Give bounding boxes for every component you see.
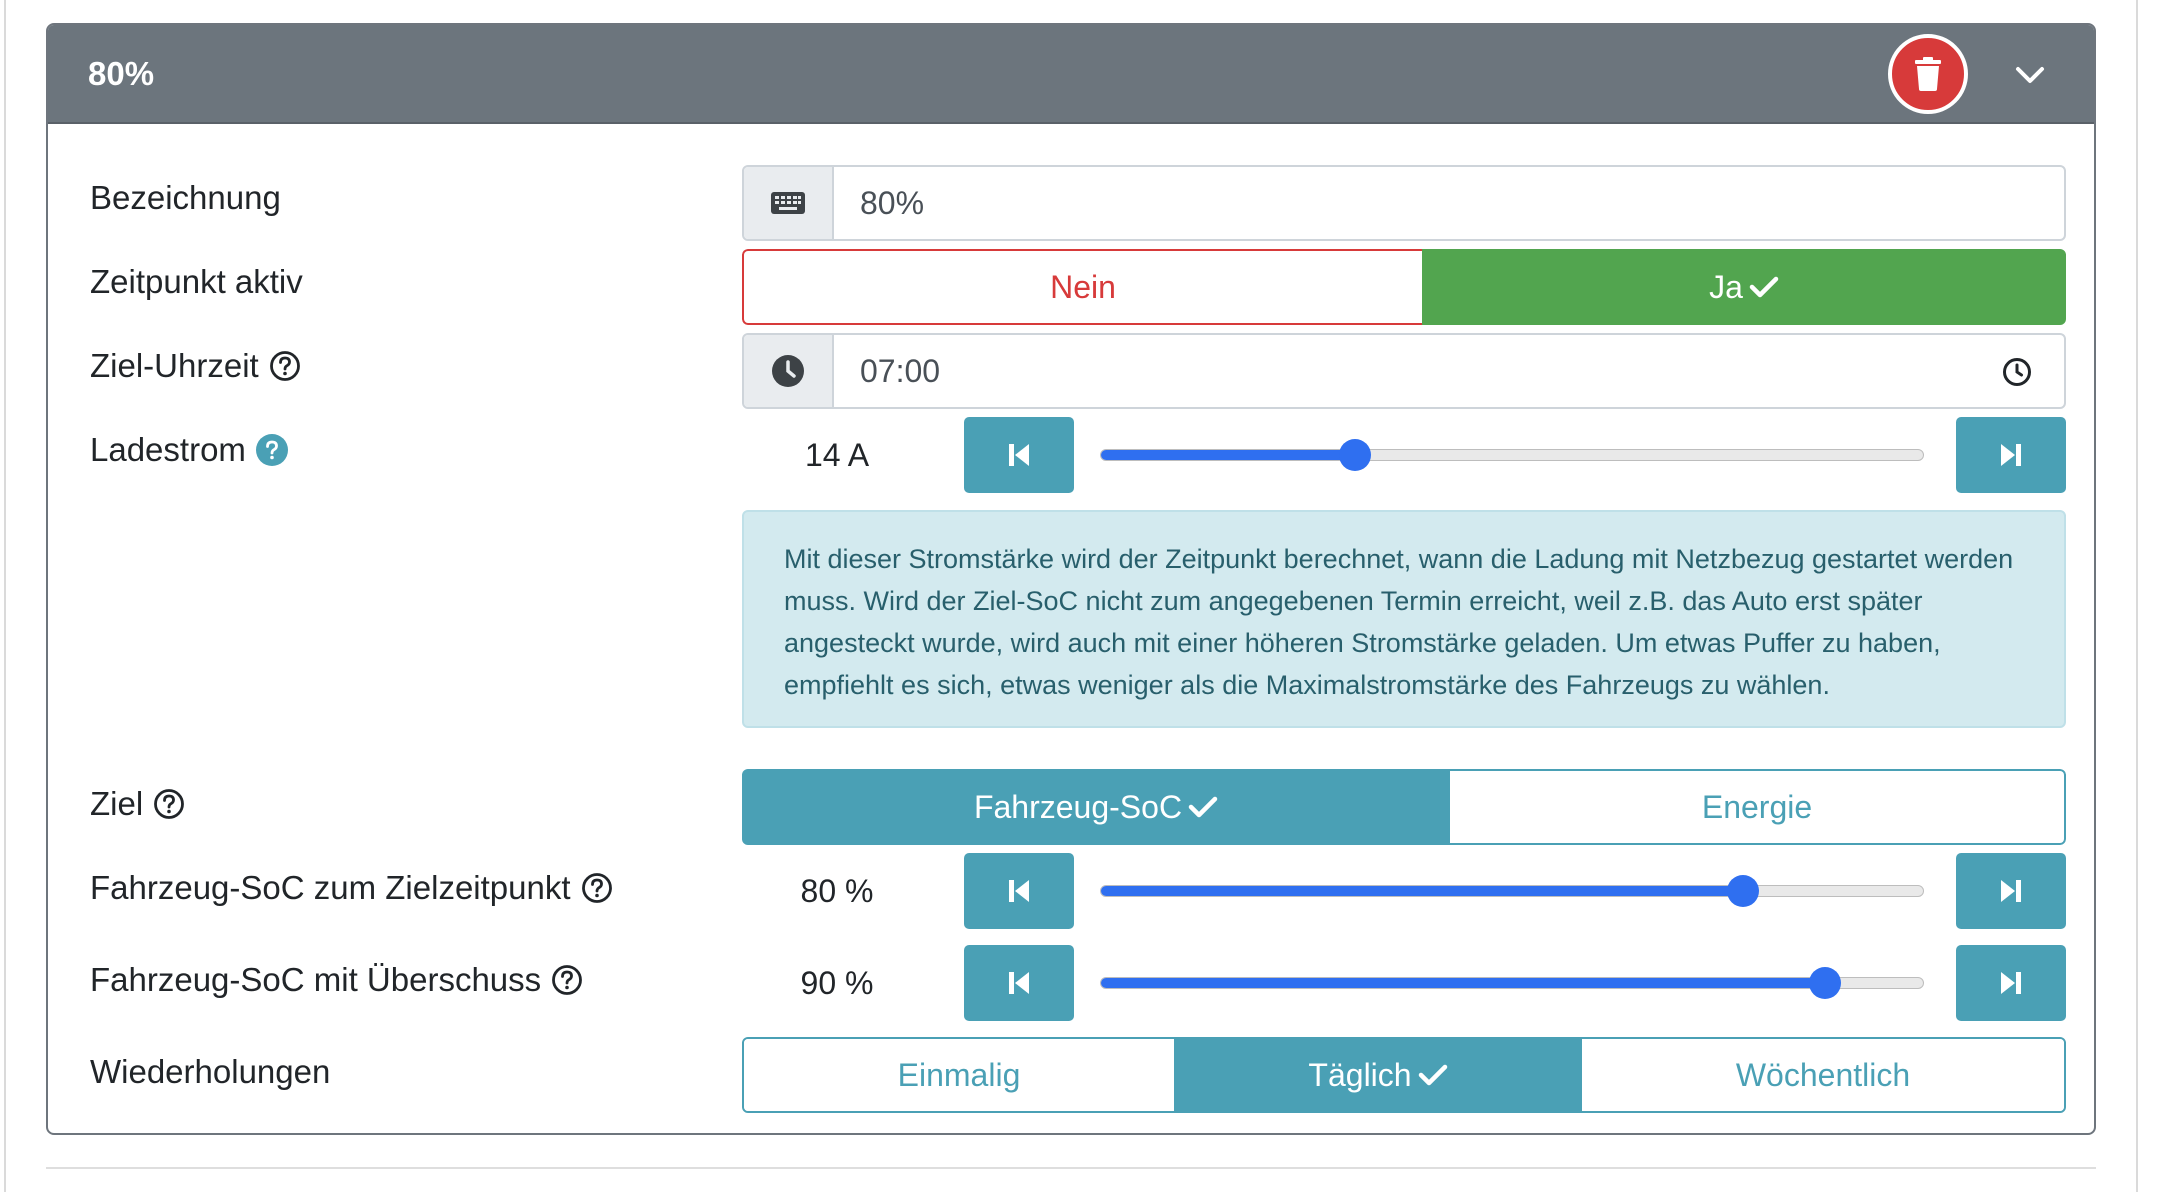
label-ladestrom: Ladestrom	[90, 431, 288, 469]
soc-ueberschuss-increase-button[interactable]	[1956, 945, 2066, 1021]
ladestrom-slider-row: 14 A	[742, 417, 2066, 493]
ladestrom-help-text: Mit dieser Stromstärke wird der Zeitpunk…	[742, 510, 2066, 728]
step-forward-icon	[2001, 444, 2021, 466]
time-picker-icon[interactable]	[2002, 357, 2032, 392]
ziel-toggle: Fahrzeug-SoC Energie	[742, 769, 2066, 845]
card-title: 80%	[88, 55, 155, 92]
ladestrom-decrease-button[interactable]	[964, 417, 1074, 493]
zeitpunkt-aktiv-toggle: Nein Ja	[742, 249, 2066, 325]
page-border-left	[4, 0, 6, 1192]
soc-ueberschuss-value: 90 %	[800, 964, 874, 1001]
option-energie[interactable]: Energie	[1450, 769, 2066, 845]
delete-button[interactable]	[1888, 34, 1968, 114]
soc-zielzeitpunkt-slider-row: 80 %	[742, 853, 2066, 929]
wiederholungen-toggle: Einmalig Täglich Wöchentlich	[742, 1037, 2066, 1113]
bezeichnung-input[interactable]: 80%	[742, 165, 2066, 241]
ziel-uhrzeit-value: 07:00	[860, 352, 941, 389]
keyboard-icon	[771, 192, 805, 214]
option-nein[interactable]: Nein	[742, 249, 1422, 325]
label-bezeichnung: Bezeichnung	[90, 179, 281, 216]
step-backward-icon	[1009, 880, 1029, 902]
option-woechentlich[interactable]: Wöchentlich	[1582, 1039, 2064, 1111]
soc-ueberschuss-slider-row: 90 %	[742, 945, 2066, 1021]
step-forward-icon	[2001, 880, 2021, 902]
ladestrom-value: 14 A	[804, 436, 870, 473]
soc-zielzeitpunkt-value: 80 %	[800, 872, 874, 909]
collapse-toggle[interactable]	[2008, 53, 2052, 97]
label-ziel: Ziel	[90, 785, 185, 823]
soc-zielzeitpunkt-increase-button[interactable]	[1956, 853, 2066, 929]
chevron-down-icon	[2016, 67, 2044, 83]
question-circle-icon[interactable]	[581, 872, 613, 904]
input-prepend	[744, 167, 834, 239]
step-backward-icon	[1009, 972, 1029, 994]
step-backward-icon	[1009, 444, 1029, 466]
soc-zielzeitpunkt-decrease-button[interactable]	[964, 853, 1074, 929]
question-circle-icon[interactable]	[153, 788, 185, 820]
ziel-uhrzeit-input[interactable]: 07:00	[742, 333, 2066, 409]
page-border-right	[2136, 0, 2138, 1192]
soc-ueberschuss-slider-thumb[interactable]	[1809, 967, 1842, 999]
option-einmalig[interactable]: Einmalig	[744, 1039, 1174, 1111]
soc-ueberschuss-track-fill	[1101, 978, 1825, 988]
help-badge-icon[interactable]	[255, 434, 288, 466]
soc-ueberschuss-decrease-button[interactable]	[964, 945, 1074, 1021]
trash-icon	[1915, 57, 1941, 91]
step-forward-icon	[2001, 972, 2021, 994]
soc-zielzeitpunkt-track[interactable]	[1100, 885, 1924, 897]
check-icon	[1418, 1064, 1447, 1086]
label-zeitpunkt-aktiv: Zeitpunkt aktiv	[90, 263, 303, 300]
label-soc-ueberschuss: Fahrzeug-SoC mit Überschuss	[90, 961, 583, 999]
label-ziel-uhrzeit: Ziel-Uhrzeit	[90, 347, 301, 385]
soc-ueberschuss-track[interactable]	[1100, 977, 1924, 989]
question-circle-icon[interactable]	[269, 350, 301, 382]
card-header[interactable]: 80%	[48, 25, 2094, 124]
label-wiederholungen: Wiederholungen	[90, 1053, 331, 1090]
soc-zielzeitpunkt-track-fill	[1101, 886, 1743, 896]
input-prepend	[744, 335, 834, 407]
check-icon	[1188, 796, 1218, 818]
ladestrom-track[interactable]	[1100, 449, 1924, 461]
soc-zielzeitpunkt-slider-thumb[interactable]	[1726, 875, 1759, 907]
ladestrom-slider-thumb[interactable]	[1339, 439, 1372, 471]
option-taeglich[interactable]: Täglich	[1174, 1039, 1582, 1111]
option-ja[interactable]: Ja	[1422, 249, 2066, 325]
clock-icon	[772, 355, 804, 387]
ladestrom-track-fill	[1101, 450, 1356, 460]
section-divider	[46, 1167, 2096, 1169]
charge-plan-card: 80% Bezeichnung 80% Zeitpunkt aktiv Nein…	[46, 23, 2096, 1135]
question-circle-icon[interactable]	[551, 964, 583, 996]
check-icon	[1749, 276, 1779, 298]
bezeichnung-value: 80%	[860, 184, 925, 221]
label-soc-zielzeitpunkt: Fahrzeug-SoC zum Zielzeitpunkt	[90, 869, 613, 907]
option-fahrzeug-soc[interactable]: Fahrzeug-SoC	[742, 769, 1450, 845]
ladestrom-increase-button[interactable]	[1956, 417, 2066, 493]
